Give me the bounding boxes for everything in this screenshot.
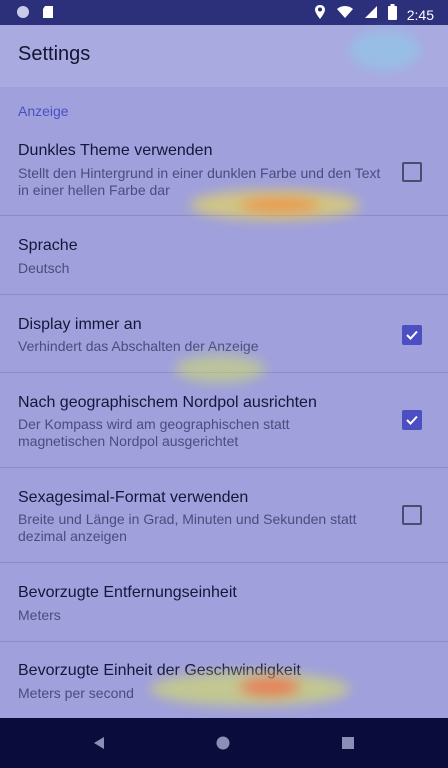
circle-icon — [16, 5, 30, 24]
signal-icon — [364, 5, 378, 24]
pref-summary: Breite und Länge in Grad, Minuten und Se… — [18, 511, 357, 544]
geographic-north-checkbox[interactable] — [402, 410, 422, 430]
pref-title: Sprache — [18, 237, 78, 254]
status-time: 2:45 — [406, 6, 434, 23]
back-icon[interactable] — [92, 736, 106, 755]
battery-icon — [387, 4, 397, 25]
sd-card-icon — [42, 5, 54, 24]
pref-display-always-on[interactable]: Display immer an Verhindert das Abschalt… — [0, 295, 448, 373]
pref-summary: Verhindert das Abschalten der Anzeige — [18, 338, 259, 354]
status-bar: 2:45 — [0, 0, 448, 25]
check-icon — [406, 330, 418, 340]
pref-distance-unit[interactable]: Bevorzugte Entfernungseinheit Meters — [0, 563, 448, 642]
status-right-icons: 2:45 — [314, 4, 434, 25]
pref-geographic-north[interactable]: Nach geographischem Nordpol ausrichten D… — [0, 373, 448, 468]
wifi-icon — [336, 5, 354, 24]
pref-summary: Der Kompass wird am geographischen statt… — [18, 416, 290, 449]
pref-title: Sexagesimal-Format verwenden — [18, 489, 249, 506]
pref-language[interactable]: Sprache Deutsch — [0, 216, 448, 295]
status-left-icons — [16, 5, 54, 24]
pref-title: Display immer an — [18, 316, 142, 333]
section-header-anzeige: Anzeige — [18, 103, 69, 119]
sexagesimal-checkbox[interactable] — [402, 505, 422, 525]
check-icon — [406, 415, 418, 425]
location-icon — [314, 4, 326, 25]
settings-list[interactable]: Anzeige Dunkles Theme verwenden Stellt d… — [0, 87, 448, 718]
pref-title: Bevorzugte Entfernungseinheit — [18, 584, 237, 601]
pref-summary: Meters per second — [18, 685, 134, 701]
app-bar: Settings — [0, 25, 448, 87]
pref-summary: Deutsch — [18, 260, 70, 276]
page-title: Settings — [18, 43, 91, 65]
pref-dark-theme[interactable]: Dunkles Theme verwenden Stellt den Hinte… — [0, 129, 448, 216]
pref-speed-unit[interactable]: Bevorzugte Einheit der Geschwindigkeit M… — [0, 642, 448, 718]
recents-icon[interactable] — [341, 736, 355, 755]
home-icon[interactable] — [216, 736, 230, 755]
navigation-bar — [0, 718, 448, 768]
pref-summary: Stellt den Hintergrund in einer dunklen … — [18, 165, 381, 198]
display-always-on-checkbox[interactable] — [402, 325, 422, 345]
pref-sexagesimal[interactable]: Sexagesimal-Format verwenden Breite und … — [0, 468, 448, 563]
pref-title: Dunkles Theme verwenden — [18, 142, 213, 159]
pref-title: Bevorzugte Einheit der Geschwindigkeit — [18, 662, 301, 679]
pref-summary: Meters — [18, 607, 61, 623]
pref-title: Nach geographischem Nordpol ausrichten — [18, 394, 317, 411]
dark-theme-checkbox[interactable] — [402, 162, 422, 182]
